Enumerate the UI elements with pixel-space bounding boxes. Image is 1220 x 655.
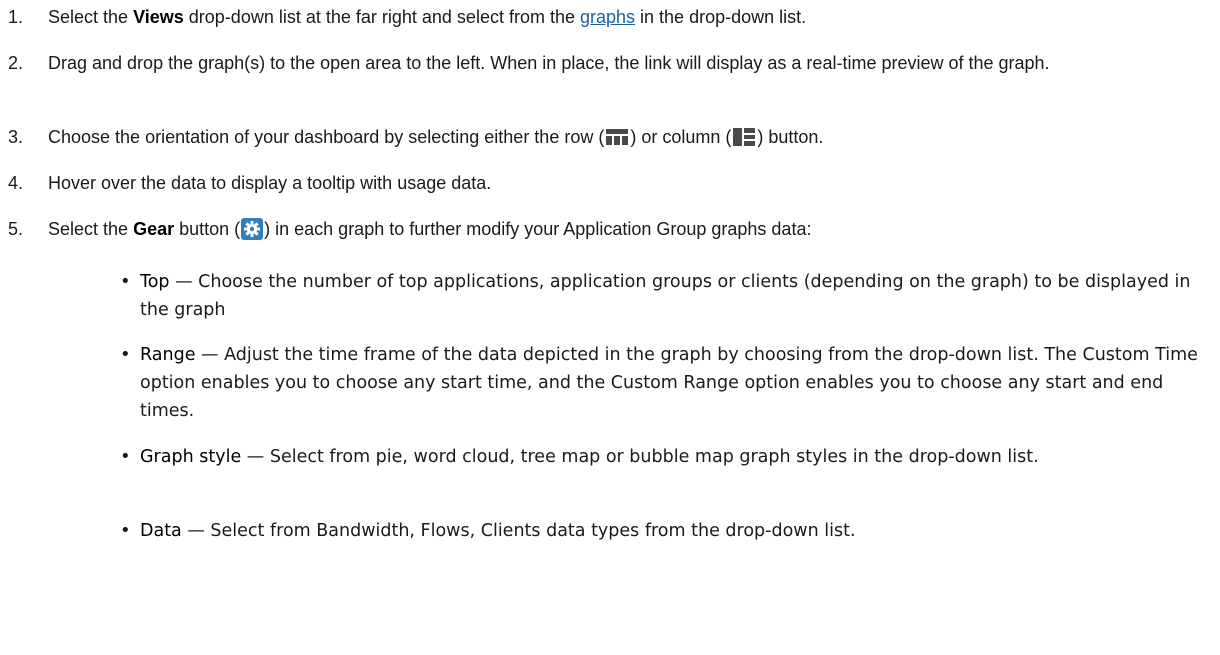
step-text: Hover over the data to display a tooltip… — [48, 173, 492, 193]
gear-keyword: Gear — [133, 219, 175, 239]
option-text: Range — Adjust the time frame of the dat… — [140, 345, 1198, 421]
row-layout-icon — [606, 129, 629, 145]
bullet-dot: • — [120, 271, 131, 292]
step-2: 2. Drag and drop the graph(s) to the ope… — [0, 50, 1210, 106]
step-number: 4. — [8, 173, 24, 193]
views-keyword: Views — [133, 7, 184, 27]
step-number: 5. — [8, 219, 24, 239]
option-term: Data — [140, 521, 182, 541]
option-term: Range — [140, 345, 196, 365]
step-text: Select the Gear button () in each graph … — [48, 218, 812, 240]
step-number: 2. — [8, 53, 24, 73]
gear-icon — [241, 218, 264, 240]
option-text: Top — Choose the number of top applicati… — [140, 272, 1191, 320]
graphs-link[interactable]: graphs — [580, 7, 635, 27]
bullet-dot: • — [120, 446, 131, 467]
option-text: Data — Select from Bandwidth, Flows, Cli… — [140, 521, 856, 541]
option-term: Graph style — [140, 447, 242, 467]
bullet-dot: • — [120, 344, 131, 365]
step-text: Select the Views drop-down list at the f… — [48, 7, 807, 27]
column-layout-icon — [733, 128, 756, 146]
step-text: Choose the orientation of your dashboard… — [48, 127, 824, 147]
step-number: 3. — [8, 127, 24, 147]
option-text: Graph style — Select from pie, word clou… — [140, 447, 1039, 467]
step-text: Drag and drop the graph(s) to the open a… — [48, 53, 1050, 73]
step-number: 1. — [8, 7, 24, 27]
bullet-dot: • — [120, 520, 131, 541]
option-term: Top — [140, 272, 170, 292]
